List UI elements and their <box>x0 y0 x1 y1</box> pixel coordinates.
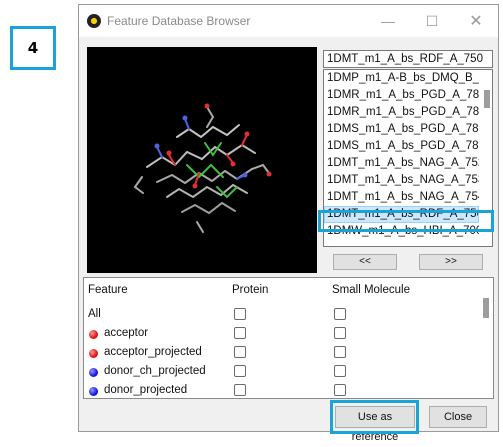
list-item[interactable]: 1DMS_m1_A_bs_PGD_A_782 <box>324 121 479 138</box>
next-button[interactable]: >> <box>419 254 483 270</box>
list-item[interactable]: 1DMT_m1_A_bs_NAG_A_754 <box>324 189 479 206</box>
list-item[interactable]: 1DMR_m1_A_bs_PGD_A_783 <box>324 104 479 121</box>
feature-label: acceptor <box>104 327 149 339</box>
list-item[interactable]: 1DMP_m1_A-B_bs_DMQ_B_... <box>324 70 479 87</box>
window-title: Feature Database Browser <box>107 14 251 28</box>
feature-table: Feature Protein Small Molecule All accep… <box>83 277 494 399</box>
feature-label: acceptor_projected <box>104 346 202 358</box>
feature-label: All <box>88 308 101 320</box>
feature-row-acceptor: acceptor <box>84 325 484 344</box>
selected-item-highlight <box>318 210 494 232</box>
close-button[interactable]: Close <box>429 406 487 428</box>
column-header-small-molecule: Small Molecule <box>332 284 410 296</box>
app-icon <box>87 14 101 28</box>
feature-row-donor-ch-projected: donor_ch_projected <box>84 363 484 382</box>
red-sphere-icon <box>89 349 98 358</box>
column-header-feature: Feature <box>88 284 128 296</box>
close-window-button[interactable]: ✕ <box>454 5 498 37</box>
small-molecule-checkbox[interactable] <box>334 327 346 339</box>
red-sphere-icon <box>89 330 98 339</box>
feature-row-all: All <box>84 306 484 325</box>
list-item[interactable]: 1DMT_m1_A_bs_NAG_A_752 <box>324 155 479 172</box>
feature-label: donor_projected <box>104 384 188 396</box>
structure-id-field[interactable]: 1DMT_m1_A_bs_RDF_A_750 <box>323 50 493 68</box>
protein-checkbox[interactable] <box>234 384 246 396</box>
feature-row-donor-projected: donor_projected <box>84 382 484 401</box>
feature-row-acceptor-projected: acceptor_projected <box>84 344 484 363</box>
feature-scrollbar-thumb[interactable] <box>483 298 489 318</box>
minimize-button[interactable]: — <box>366 5 410 37</box>
blue-sphere-icon <box>89 368 98 377</box>
molecule-3d-viewer[interactable] <box>87 47 317 273</box>
title-bar: Feature Database Browser — ☐ ✕ <box>79 5 498 37</box>
small-molecule-checkbox[interactable] <box>334 365 346 377</box>
list-scrollbar-thumb[interactable] <box>484 90 490 108</box>
step-number-badge: 4 <box>10 26 56 70</box>
list-item[interactable]: 1DMS_m1_A_bs_PGD_A_783 <box>324 138 479 155</box>
small-molecule-checkbox[interactable] <box>334 308 346 320</box>
protein-checkbox[interactable] <box>234 308 246 320</box>
button-highlight <box>330 400 419 434</box>
molecule-structure-render <box>133 103 272 233</box>
protein-checkbox[interactable] <box>234 327 246 339</box>
feature-label: donor_ch_projected <box>104 365 206 377</box>
maximize-button[interactable]: ☐ <box>410 5 454 37</box>
previous-button[interactable]: << <box>333 254 397 270</box>
feature-database-browser-window: Feature Database Browser — ☐ ✕ 1DMT_m1_A… <box>78 4 499 443</box>
small-molecule-checkbox[interactable] <box>334 384 346 396</box>
protein-checkbox[interactable] <box>234 365 246 377</box>
small-molecule-checkbox[interactable] <box>334 346 346 358</box>
column-header-protein: Protein <box>232 284 269 296</box>
list-item[interactable]: 1DMT_m1_A_bs_NAG_A_753 <box>324 172 479 189</box>
blue-sphere-icon <box>89 387 98 396</box>
protein-checkbox[interactable] <box>234 346 246 358</box>
list-item[interactable]: 1DMR_m1_A_bs_PGD_A_782 <box>324 87 479 104</box>
